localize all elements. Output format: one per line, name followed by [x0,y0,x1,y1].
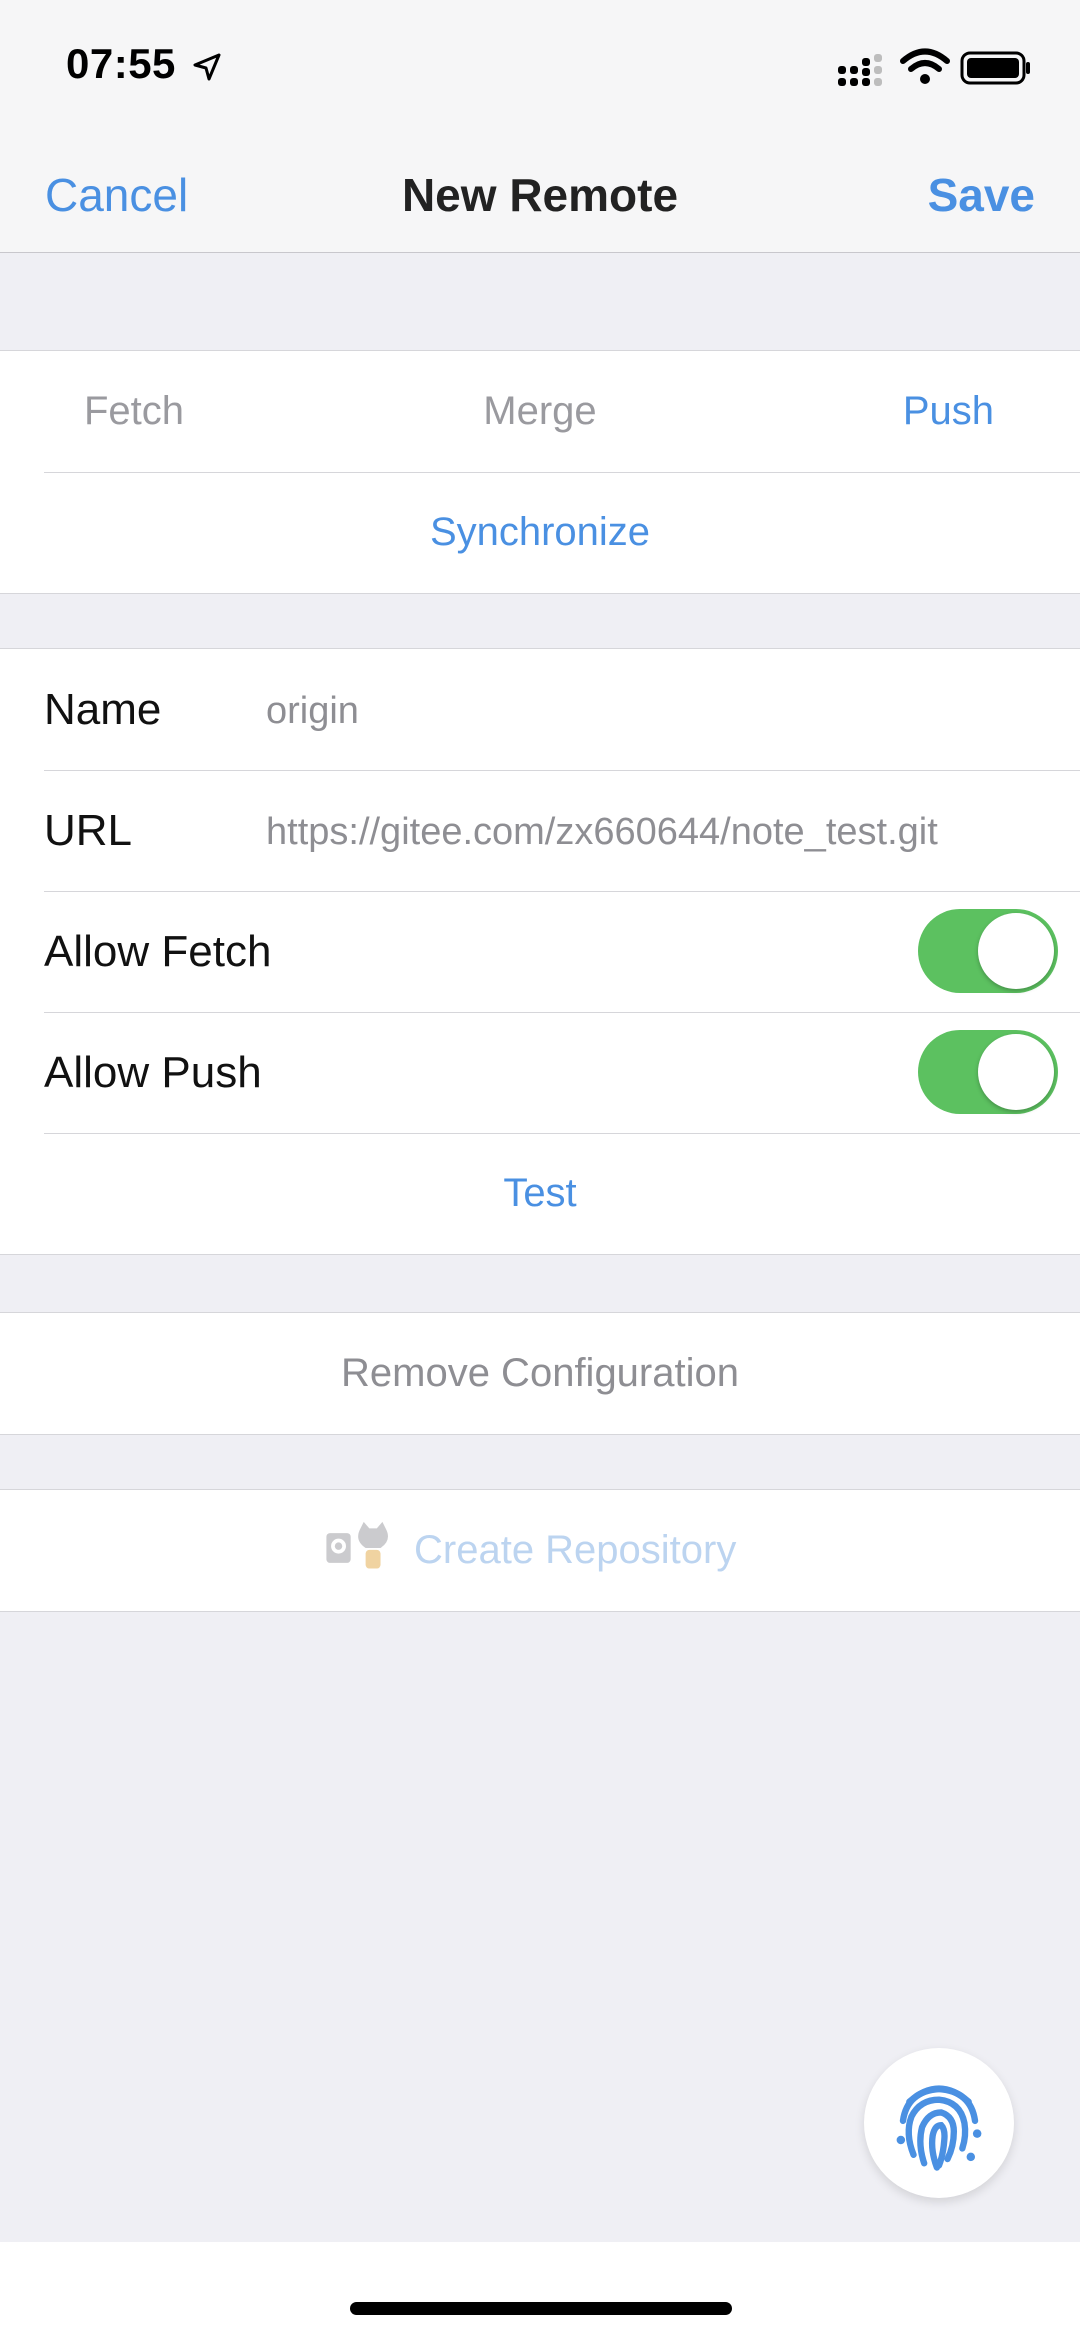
allow-fetch-toggle[interactable] [918,909,1058,993]
remove-configuration-button[interactable]: Remove Configuration [0,1313,1080,1434]
name-row: Name origin [0,649,1080,770]
status-bar: 07:55 [0,0,1080,130]
battery-icon [960,51,1030,85]
push-button[interactable]: Push [903,351,994,472]
fingerprint-button[interactable] [864,2048,1014,2198]
navigation-bar: Cancel New Remote Save [0,130,1080,253]
name-label: Name [44,685,162,734]
fingerprint-icon [896,2085,982,2171]
status-time: 07:55 [66,40,176,87]
test-button[interactable]: Test [0,1133,1080,1254]
sync-section: Fetch Merge Push Synchronize [0,350,1080,594]
git-hosting-logo-icon [326,1521,388,1569]
create-repository-button[interactable]: Create Repository [414,1490,736,1611]
synchronize-button[interactable]: Synchronize [0,472,1080,593]
allow-push-toggle[interactable] [918,1030,1058,1114]
url-label: URL [44,806,133,855]
create-section: Create Repository [0,1489,1080,1612]
url-row: URL https://gitee.com/zx660644/note_test… [0,770,1080,891]
url-field[interactable]: https://gitee.com/zx660644/note_test.git [266,770,938,891]
sync-actions-row: Fetch Merge Push [0,351,1080,472]
allow-fetch-label: Allow Fetch [44,927,272,976]
synchronize-row: Synchronize [0,472,1080,593]
toggle-knob [978,1034,1054,1110]
allow-fetch-row: Allow Fetch [0,891,1080,1012]
create-row[interactable]: Create Repository [0,1490,1080,1611]
test-row: Test [0,1133,1080,1254]
bottom-bar [0,2242,1080,2337]
location-arrow-icon [193,53,221,81]
toggle-knob [978,913,1054,989]
remote-form-section: Name origin URL https://gitee.com/zx6606… [0,648,1080,1255]
name-field[interactable]: origin [266,649,359,770]
allow-push-label: Allow Push [44,1048,262,1097]
remove-row: Remove Configuration [0,1313,1080,1434]
allow-push-row: Allow Push [0,1012,1080,1133]
remove-section: Remove Configuration [0,1312,1080,1435]
wifi-icon [900,48,950,84]
cellular-signal-icon [838,54,882,86]
page-title: New Remote [401,169,679,221]
home-indicator[interactable] [350,2302,732,2315]
save-button[interactable]: Save [928,168,1035,222]
